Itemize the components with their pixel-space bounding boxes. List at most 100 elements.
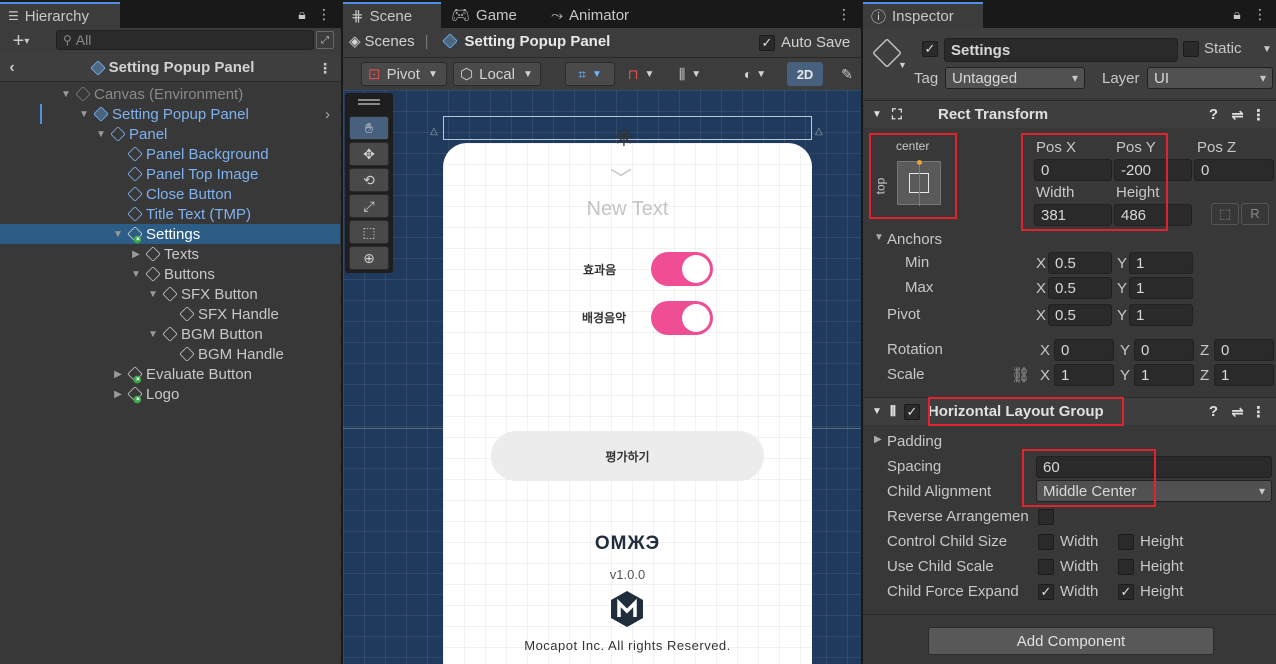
collapse-arrow-icon[interactable]: ▼: [95, 129, 107, 140]
presets-icon[interactable]: ⇌: [1231, 106, 1244, 124]
hierarchy-item-evaluate-button[interactable]: ▶ Evaluate Button: [0, 364, 340, 384]
transform-tool-icon[interactable]: ⊕: [349, 246, 389, 270]
add-component-button[interactable]: Add Component: [928, 627, 1214, 655]
breadcrumb-current[interactable]: Setting Popup Panel: [465, 33, 611, 50]
pos-y-field[interactable]: -200: [1114, 159, 1192, 181]
anchor-preset-button[interactable]: center top: [873, 137, 952, 217]
mode-2d-button[interactable]: 2D: [787, 62, 823, 86]
hierarchy-item-setting-popup-panel[interactable]: ▼ Setting Popup Panel ›: [0, 104, 340, 124]
evaluate-button[interactable]: 평가하기: [491, 431, 764, 481]
local-dropdown[interactable]: ⬡ Local ▼: [453, 62, 541, 86]
breadcrumb-scenes[interactable]: Scenes: [365, 33, 415, 50]
grid-snap-button[interactable]: ⌗ ▼: [565, 62, 615, 86]
collapse-arrow-icon[interactable]: ▼: [130, 269, 142, 280]
popup-preview[interactable]: [443, 143, 812, 664]
rotation-x-field[interactable]: 0: [1054, 339, 1114, 361]
move-tool-icon[interactable]: ✥: [349, 142, 389, 166]
component-menu-icon[interactable]: ⋮: [1251, 403, 1266, 421]
spacing-field[interactable]: 60: [1036, 456, 1272, 478]
use-scale-height-checkbox[interactable]: [1118, 559, 1134, 575]
inspector-menu-icon[interactable]: ⋮: [1253, 4, 1267, 24]
anchors-arrow-icon[interactable]: ▼: [874, 232, 884, 243]
lock-icon[interactable]: 🔒︎: [294, 4, 310, 24]
pos-x-field[interactable]: 0: [1034, 159, 1112, 181]
collapse-arrow-icon[interactable]: ▼: [872, 109, 886, 120]
control-size-height-checkbox[interactable]: [1118, 534, 1134, 550]
hierarchy-item-sfx-handle[interactable]: SFX Handle: [0, 304, 340, 324]
presets-icon[interactable]: ⇌: [1231, 403, 1244, 421]
hierarchy-item-sfx-button[interactable]: ▼ SFX Button: [0, 284, 340, 304]
tag-dropdown[interactable]: Untagged: [945, 67, 1085, 89]
padding-label[interactable]: Padding: [887, 433, 942, 450]
hierarchy-item-canvas[interactable]: ▼ Canvas (Environment): [0, 84, 340, 104]
scale-y-field[interactable]: 1: [1134, 364, 1194, 386]
hierarchy-item-texts[interactable]: ▶ Texts: [0, 244, 340, 264]
rect-transform-header[interactable]: ▼ ⛶ Rect Transform ? ⇌ ⋮: [864, 100, 1276, 128]
hierarchy-item-buttons[interactable]: ▼ Buttons: [0, 264, 340, 284]
hierarchy-item-bgm-button[interactable]: ▼ BGM Button: [0, 324, 340, 344]
scale-tool-icon[interactable]: ⤢: [349, 194, 389, 218]
ruler-button[interactable]: ⫼ ▼: [667, 62, 713, 86]
scale-x-field[interactable]: 1: [1054, 364, 1114, 386]
hlg-enabled-checkbox[interactable]: ✓: [903, 403, 920, 420]
hierarchy-item-close-button[interactable]: Close Button: [0, 184, 340, 204]
pivot-y-field[interactable]: 1: [1129, 304, 1193, 326]
control-size-width-checkbox[interactable]: [1038, 534, 1054, 550]
lighting-icon[interactable]: ✎: [839, 64, 855, 84]
tab-animator[interactable]: ⤳ Animator: [543, 2, 637, 28]
hand-tool-icon[interactable]: ✋︎: [349, 116, 389, 140]
collapse-arrow-icon[interactable]: ▼: [147, 329, 159, 340]
child-alignment-dropdown[interactable]: Middle Center: [1036, 480, 1272, 502]
pivot-x-field[interactable]: 0.5: [1048, 304, 1112, 326]
expand-arrow-icon[interactable]: ▶: [112, 369, 124, 380]
scene-menu-icon[interactable]: ⋮: [837, 4, 851, 24]
pivot-dropdown[interactable]: ⊡ Pivot ▼: [361, 62, 447, 86]
object-name-field[interactable]: Settings: [944, 38, 1178, 62]
rect-tool-icon[interactable]: ⬚: [349, 220, 389, 244]
hierarchy-item-panel[interactable]: ▼ Panel: [0, 124, 340, 144]
snap-increment-button[interactable]: ⊓ ▼: [619, 62, 663, 86]
hierarchy-item-bgm-handle[interactable]: BGM Handle: [0, 344, 340, 364]
force-expand-height-checkbox[interactable]: ✓: [1118, 584, 1134, 600]
constrain-proportions-icon[interactable]: ⛓︎: [1011, 366, 1030, 384]
collapse-arrow-icon[interactable]: ▼: [112, 229, 124, 240]
collapse-arrow-icon[interactable]: ▼: [147, 289, 159, 300]
force-expand-width-checkbox[interactable]: ✓: [1038, 584, 1054, 600]
hierarchy-item-logo[interactable]: ▶ Logo: [0, 384, 340, 404]
hierarchy-item-settings[interactable]: ▼ Settings: [0, 224, 340, 244]
sfx-toggle[interactable]: [651, 252, 713, 286]
help-icon[interactable]: ?: [1209, 106, 1218, 123]
expand-arrow-icon[interactable]: ▶: [112, 389, 124, 400]
help-icon[interactable]: ?: [1209, 403, 1218, 420]
lock-icon[interactable]: 🔒︎: [1229, 4, 1245, 24]
drag-handle-icon[interactable]: [358, 99, 380, 101]
blueprint-mode-icon[interactable]: ⬚: [1211, 203, 1239, 225]
anchors-max-y-field[interactable]: 1: [1129, 277, 1193, 299]
auto-save-toggle[interactable]: ✓ Auto Save: [759, 34, 850, 51]
collapse-arrow-icon[interactable]: ▼: [60, 89, 72, 100]
icon-dropdown-arrow[interactable]: ▼: [898, 60, 907, 70]
tab-hierarchy[interactable]: ☰ Hierarchy: [0, 2, 120, 28]
add-object-button[interactable]: + ▾: [6, 30, 36, 52]
static-dropdown-icon[interactable]: ▼: [1262, 40, 1272, 58]
height-field[interactable]: 486: [1114, 204, 1192, 226]
auto-save-checkbox[interactable]: ✓: [759, 34, 775, 51]
component-menu-icon[interactable]: ⋮: [1251, 106, 1266, 124]
hierarchy-search-input[interactable]: ⚲ All: [56, 30, 314, 50]
hierarchy-item-panel-top-image[interactable]: Panel Top Image: [0, 164, 340, 184]
scale-z-field[interactable]: 1: [1214, 364, 1274, 386]
prefab-menu-icon[interactable]: ⋮: [318, 58, 332, 78]
reverse-arrangement-checkbox[interactable]: [1038, 509, 1054, 525]
anchors-min-x-field[interactable]: 0.5: [1048, 252, 1112, 274]
search-options-icon[interactable]: ⤢: [316, 31, 334, 49]
pivot-gizmo-icon[interactable]: ✳: [613, 124, 635, 150]
raw-edit-button[interactable]: R: [1241, 203, 1269, 225]
rotate-tool-icon[interactable]: ⟲: [349, 168, 389, 192]
chevron-right-icon[interactable]: ›: [325, 106, 330, 123]
static-checkbox[interactable]: [1183, 41, 1199, 57]
hierarchy-item-panel-background[interactable]: Panel Background: [0, 144, 340, 164]
collapse-arrow-icon[interactable]: ▼: [78, 109, 90, 120]
shading-mode-button[interactable]: ◐ ▼: [735, 62, 775, 86]
width-field[interactable]: 381: [1034, 204, 1112, 226]
collapse-arrow-icon[interactable]: ▼: [872, 406, 886, 417]
